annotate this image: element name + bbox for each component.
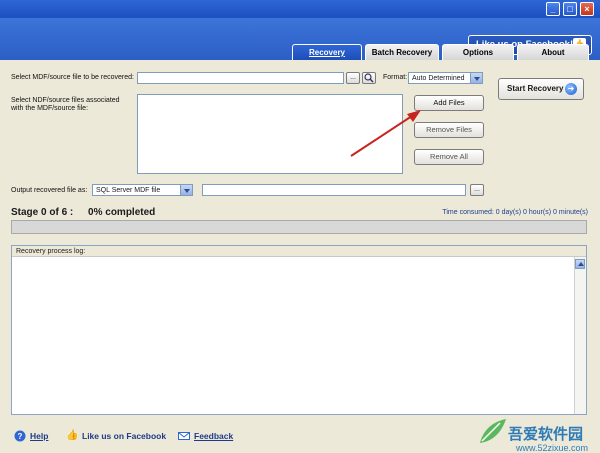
help-icon: ?: [14, 430, 26, 442]
watermark-url: www.52zixue.com: [516, 443, 589, 453]
close-button[interactable]: ×: [580, 2, 594, 16]
find-file-icon[interactable]: [362, 72, 376, 84]
watermark-text: 吾爱软件园: [508, 426, 584, 443]
start-recovery-label: Start Recovery: [507, 84, 564, 93]
output-type-select[interactable]: SQL Server MDF file: [92, 184, 193, 196]
percent-completed: 0% completed: [88, 207, 156, 218]
footer-bar: ? Help 👍 Like us on Facebook Feedback 吾爱…: [0, 419, 600, 453]
recovery-panel: Select MDF/source file to be recovered: …: [0, 60, 600, 422]
title-bar: _ □ ×: [0, 0, 600, 18]
thumbs-up-icon: 👍: [66, 430, 79, 441]
log-scrollbar[interactable]: [574, 257, 586, 414]
scroll-up-icon[interactable]: [575, 259, 585, 269]
time-consumed: Time consumed: 0 day(s) 0 hour(s) 0 minu…: [442, 209, 588, 216]
format-select[interactable]: Auto Determined: [408, 72, 483, 84]
output-browse-button[interactable]: ...: [470, 184, 484, 196]
minimize-button[interactable]: _: [546, 2, 560, 16]
tab-recovery[interactable]: Recovery: [292, 44, 362, 60]
tab-bar: Recovery Batch Recovery Options About: [0, 44, 600, 60]
tab-about-label: About: [541, 48, 565, 57]
help-link[interactable]: ? Help: [14, 430, 48, 442]
envelope-icon: [178, 432, 190, 440]
mdf-browse-button[interactable]: ...: [346, 72, 360, 84]
tab-batch-recovery-label: Batch Recovery: [371, 48, 433, 57]
tab-recovery-label: Recovery: [308, 48, 346, 57]
stage-text: Stage 0 of 6 :: [11, 207, 74, 218]
time-value: 0 day(s) 0 hour(s) 0 minute(s): [495, 209, 588, 216]
leaf-logo-icon: [480, 419, 506, 443]
ndf-files-label-line1: Select NDF/source files associated: [11, 97, 120, 104]
output-type-value: SQL Server MDF file: [96, 187, 161, 194]
tab-about[interactable]: About: [517, 44, 589, 60]
log-title: Recovery process log:: [12, 246, 586, 257]
output-label: Output recovered file as:: [11, 187, 88, 194]
ndf-files-label-line2: with the MDF/source file:: [11, 105, 89, 112]
time-label: Time consumed:: [442, 209, 494, 216]
tab-options-label: Options: [462, 48, 494, 57]
format-label: Format:: [383, 74, 408, 81]
arrow-right-icon: ➜: [565, 83, 577, 95]
feedback-link[interactable]: Feedback: [178, 430, 233, 442]
tab-batch-recovery[interactable]: Batch Recovery: [365, 44, 439, 60]
mdf-file-label: Select MDF/source file to be recovered:: [11, 74, 134, 81]
feedback-label: Feedback: [194, 431, 234, 441]
help-label: Help: [30, 431, 49, 441]
stage-indicator: Stage 0 of 6 : 0% completed: [11, 207, 155, 218]
recovery-log[interactable]: Recovery process log:: [11, 245, 587, 415]
svg-text:?: ?: [18, 432, 23, 441]
annotation-arrow-icon: [350, 110, 421, 157]
facebook-label: Like us on Facebook: [82, 431, 167, 441]
chevron-down-icon: [180, 185, 192, 195]
format-select-value: Auto Determined: [412, 75, 465, 82]
tab-options[interactable]: Options: [442, 44, 514, 60]
mdf-file-input[interactable]: [137, 72, 344, 84]
facebook-link[interactable]: 👍 Like us on Facebook: [66, 430, 166, 442]
maximize-button[interactable]: □: [563, 2, 577, 16]
start-recovery-button[interactable]: Start Recovery ➜: [498, 78, 584, 100]
progress-bar: [11, 220, 587, 234]
output-path-input[interactable]: [202, 184, 466, 196]
chevron-down-icon: [470, 73, 482, 83]
